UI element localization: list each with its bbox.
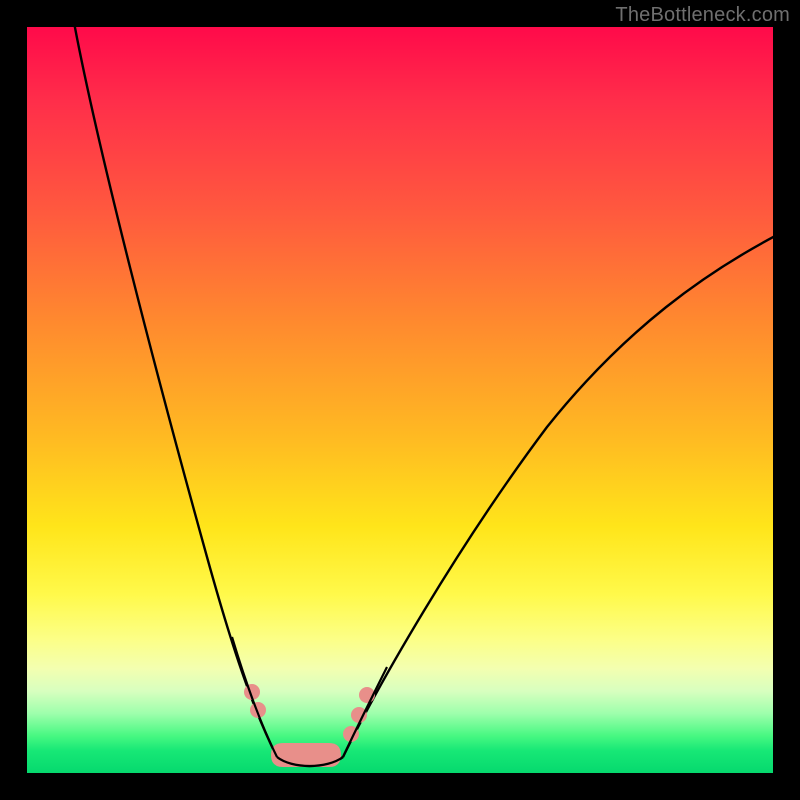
bottleneck-curve: [27, 27, 773, 773]
curve-overlay-right: [343, 667, 387, 757]
watermark-text: TheBottleneck.com: [615, 4, 790, 27]
plot-area: [27, 27, 773, 773]
curve-left-branch: [73, 27, 277, 757]
curve-right-branch: [343, 235, 773, 757]
chart-frame: TheBottleneck.com: [0, 0, 800, 800]
marker-right-2: [351, 707, 367, 723]
